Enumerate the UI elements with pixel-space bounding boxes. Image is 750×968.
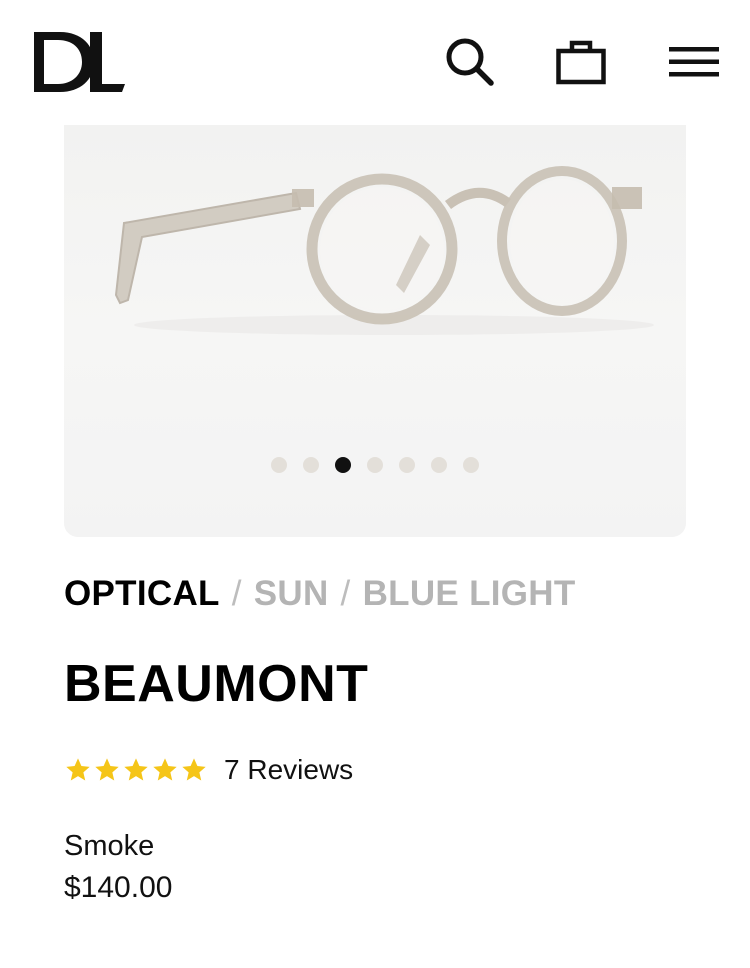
star-icon <box>182 758 206 781</box>
menu-icon <box>669 45 719 79</box>
gallery-dot-1[interactable] <box>271 457 287 473</box>
tab-sun[interactable]: SUN <box>254 574 329 614</box>
brand-logo[interactable] <box>30 28 128 96</box>
star-icon <box>95 758 119 781</box>
category-separator: / <box>231 574 242 613</box>
product-color: Smoke <box>64 830 155 862</box>
product-image <box>64 125 686 537</box>
product-image-gallery[interactable] <box>64 125 686 537</box>
gallery-dot-6[interactable] <box>431 457 447 473</box>
gallery-dot-7[interactable] <box>463 457 479 473</box>
gallery-pagination <box>64 457 686 473</box>
bag-icon <box>555 36 607 88</box>
product-title: BEAUMONT <box>64 655 369 713</box>
star-icon <box>66 758 90 781</box>
star-rating <box>64 756 208 784</box>
gallery-dot-5[interactable] <box>399 457 415 473</box>
star-icon <box>124 758 148 781</box>
category-tabs: OPTICAL / SUN / BLUE LIGHT <box>64 572 576 616</box>
tab-optical[interactable]: OPTICAL <box>64 574 220 614</box>
star-icon <box>153 758 177 781</box>
search-button[interactable] <box>442 34 498 90</box>
search-icon <box>444 36 496 88</box>
gallery-dot-3[interactable] <box>335 457 351 473</box>
shopping-bag-button[interactable] <box>553 34 609 90</box>
category-separator: / <box>340 574 351 613</box>
product-rating: 7 Reviews <box>64 752 353 788</box>
site-header <box>0 0 750 125</box>
tab-blue-light[interactable]: BLUE LIGHT <box>363 574 576 614</box>
gallery-dot-4[interactable] <box>367 457 383 473</box>
reviews-link[interactable]: 7 Reviews <box>224 754 353 786</box>
menu-button[interactable] <box>666 34 722 90</box>
gallery-dot-2[interactable] <box>303 457 319 473</box>
product-price: $140.00 <box>64 871 173 904</box>
